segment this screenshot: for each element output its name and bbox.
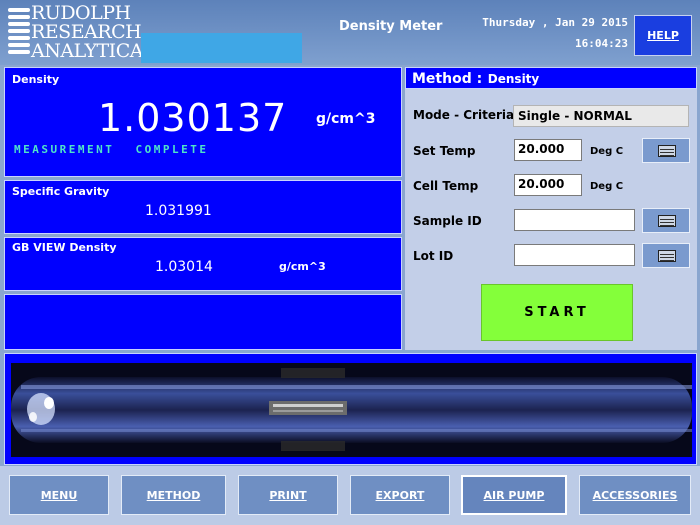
gb-view-density-value: 1.03014 xyxy=(155,259,213,275)
measurement-status: MEASUREMENT COMPLETE xyxy=(14,143,209,156)
specific-gravity-title: Specific Gravity xyxy=(12,185,110,198)
start-label: START xyxy=(524,305,590,320)
cell-temp-unit: Deg C xyxy=(590,181,624,192)
cell-temp-label: Cell Temp xyxy=(413,179,479,193)
time-display: 16:04:23 xyxy=(575,37,628,50)
nav-print-button[interactable]: PRINT xyxy=(238,475,338,515)
gb-view-density-panel: GB VIEW Density 1.03014 g/cm^3 xyxy=(4,237,402,291)
bottom-nav: MENU METHOD PRINT EXPORT AIR PUMP ACCESS… xyxy=(0,466,700,525)
company-logo: RUDOLPH RESEARCH ANALYTICAL xyxy=(8,4,156,62)
set-temp-input[interactable]: 20.000 xyxy=(514,139,582,161)
cell-view-panel xyxy=(4,353,697,465)
nav-method-button[interactable]: METHOD xyxy=(121,475,226,515)
mode-criteria-value: Single - NORMAL xyxy=(513,105,689,127)
method-panel: Mode - Criteria Single - NORMAL Set Temp… xyxy=(405,89,697,350)
logo-line-3: ANALYTICAL xyxy=(31,40,156,62)
logo-mark-icon xyxy=(8,8,30,58)
nav-accessories-button[interactable]: ACCESSORIES xyxy=(579,475,691,515)
app-title: Density Meter xyxy=(339,19,443,34)
u-tube-camera-image xyxy=(11,363,692,457)
set-temp-keyboard-button[interactable] xyxy=(642,138,690,163)
nav-air-pump-button[interactable]: AIR PUMP xyxy=(461,475,567,515)
density-unit: g/cm^3 xyxy=(316,111,376,127)
set-temp-unit: Deg C xyxy=(590,146,624,157)
header-bar: RUDOLPH RESEARCH ANALYTICAL Density Mete… xyxy=(0,0,700,65)
set-temp-label: Set Temp xyxy=(413,144,476,158)
lot-id-keyboard-button[interactable] xyxy=(642,243,690,268)
header-accent-box xyxy=(141,33,302,63)
start-button[interactable]: START xyxy=(481,284,633,341)
sample-id-label: Sample ID xyxy=(413,214,482,228)
lot-id-input[interactable] xyxy=(514,244,635,266)
gb-view-density-title: GB VIEW Density xyxy=(12,241,117,254)
lot-id-label: Lot ID xyxy=(413,249,454,263)
specific-gravity-panel: Specific Gravity 1.031991 xyxy=(4,180,402,234)
method-header-label: Method : xyxy=(412,71,483,87)
density-value: 1.030137 xyxy=(98,96,288,140)
keyboard-icon xyxy=(658,250,676,262)
specific-gravity-value: 1.031991 xyxy=(145,203,212,219)
nav-export-button[interactable]: EXPORT xyxy=(350,475,450,515)
empty-result-panel xyxy=(4,294,402,350)
density-title: Density xyxy=(12,73,60,86)
sample-id-keyboard-button[interactable] xyxy=(642,208,690,233)
keyboard-icon xyxy=(658,145,676,157)
method-header-value: Density xyxy=(487,72,540,86)
keyboard-icon xyxy=(658,215,676,227)
gb-view-density-unit: g/cm^3 xyxy=(279,260,326,273)
sample-id-input[interactable] xyxy=(514,209,635,231)
cell-temp-input[interactable]: 20.000 xyxy=(514,174,582,196)
method-header: Method : Density xyxy=(405,67,697,89)
nav-menu-button[interactable]: MENU xyxy=(9,475,109,515)
date-display: Thursday , Jan 29 2015 xyxy=(482,16,628,29)
density-panel: Density 1.030137 g/cm^3 MEASUREMENT COMP… xyxy=(4,67,402,177)
help-button[interactable]: HELP xyxy=(634,15,692,56)
mode-criteria-label: Mode - Criteria xyxy=(413,108,515,122)
